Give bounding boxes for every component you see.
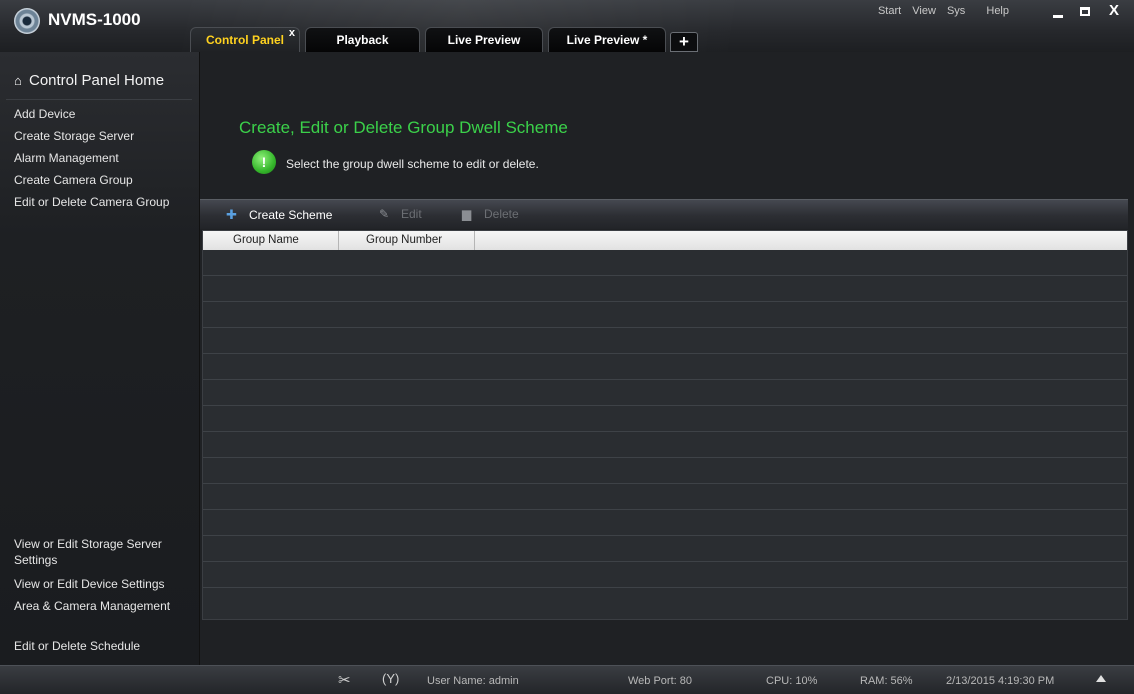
tab-control-panel[interactable]: Control Panel x bbox=[190, 27, 300, 52]
main-panel: Create, Edit or Delete Group Dwell Schem… bbox=[200, 52, 1134, 665]
column-header-group-number[interactable]: Group Number bbox=[339, 231, 475, 250]
create-scheme-button[interactable]: ✚ Create Scheme bbox=[226, 207, 332, 223]
tab-label: Live Preview bbox=[447, 33, 521, 47]
expand-up-icon[interactable] bbox=[1096, 675, 1106, 682]
status-cpu: CPU: 10% bbox=[766, 675, 818, 687]
table-row[interactable] bbox=[203, 379, 1127, 380]
group-dwell-table: Group Name Group Number bbox=[202, 230, 1128, 620]
signal-icon[interactable]: (Y) bbox=[382, 671, 399, 686]
home-icon: ⌂ bbox=[14, 73, 22, 88]
create-scheme-label: Create Scheme bbox=[249, 208, 333, 222]
table-row[interactable] bbox=[203, 275, 1127, 276]
table-row[interactable] bbox=[203, 561, 1127, 562]
table-row[interactable] bbox=[203, 587, 1127, 588]
tab-playback[interactable]: Playback bbox=[305, 27, 420, 52]
camera-lens-icon bbox=[14, 8, 40, 34]
sidebar-item-create-camera-group[interactable]: Create Camera Group bbox=[14, 172, 192, 188]
tab-live-preview[interactable]: Live Preview bbox=[425, 27, 543, 52]
app-title: NVMS-1000 bbox=[48, 10, 141, 29]
close-window-button[interactable]: X bbox=[1102, 3, 1126, 21]
sidebar-item-area-camera-management[interactable]: Area & Camera Management bbox=[14, 598, 192, 614]
tab-live-preview-modified[interactable]: Live Preview * bbox=[548, 27, 666, 52]
scheme-toolbar: ✚ Create Scheme ✎ Edit ▆ Delete bbox=[200, 199, 1128, 229]
tab-label: Live Preview * bbox=[566, 33, 648, 47]
trash-icon: ▆ bbox=[462, 207, 472, 221]
status-bar: ✂ (Y) User Name: admin Web Port: 80 CPU:… bbox=[0, 665, 1134, 694]
column-header-group-name[interactable]: Group Name bbox=[203, 231, 339, 250]
delete-label: Delete bbox=[484, 207, 519, 221]
page-title: Create, Edit or Delete Group Dwell Schem… bbox=[239, 118, 568, 137]
table-row[interactable] bbox=[203, 301, 1127, 302]
sidebar-item-create-storage-server[interactable]: Create Storage Server bbox=[14, 128, 192, 144]
create-scheme-icon: ✚ bbox=[226, 207, 237, 222]
sidebar: ⌂ Control Panel Home Add Device Create St… bbox=[0, 52, 200, 665]
sidebar-item-storage-server-settings[interactable]: View or Edit Storage Server Settings bbox=[14, 536, 194, 568]
table-row[interactable] bbox=[203, 483, 1127, 484]
tools-icon[interactable]: ✂ bbox=[338, 671, 351, 689]
sidebar-item-alarm-management[interactable]: Alarm Management bbox=[14, 150, 192, 166]
menu-start[interactable]: Start bbox=[878, 5, 901, 17]
table-row[interactable] bbox=[203, 353, 1127, 354]
pencil-icon: ✎ bbox=[379, 207, 390, 221]
sidebar-item-device-settings[interactable]: View or Edit Device Settings bbox=[14, 576, 192, 592]
table-row[interactable] bbox=[203, 327, 1127, 328]
sidebar-divider bbox=[6, 99, 192, 100]
sidebar-item-edit-delete-camera-group[interactable]: Edit or Delete Camera Group bbox=[14, 194, 192, 210]
table-header: Group Name Group Number bbox=[203, 231, 1127, 250]
close-icon[interactable]: x bbox=[289, 26, 295, 40]
status-web-port: Web Port: 80 bbox=[628, 675, 692, 687]
table-row[interactable] bbox=[203, 457, 1127, 458]
edit-button[interactable]: ✎ Edit bbox=[379, 207, 422, 221]
table-row[interactable] bbox=[203, 509, 1127, 510]
minimize-button[interactable] bbox=[1046, 3, 1070, 21]
title-bar: NVMS-1000 Control Panel x Playback Live … bbox=[0, 0, 1134, 52]
status-datetime: 2/13/2015 4:19:30 PM bbox=[946, 675, 1055, 687]
instruction-text: Select the group dwell scheme to edit or… bbox=[286, 157, 539, 171]
control-panel-home-link[interactable]: ⌂ Control Panel Home bbox=[14, 72, 164, 89]
edit-label: Edit bbox=[401, 207, 422, 221]
menu-view[interactable]: View bbox=[912, 5, 936, 17]
status-ram: RAM: 56% bbox=[860, 675, 913, 687]
sidebar-item-add-device[interactable]: Add Device bbox=[14, 106, 192, 122]
tab-label: Playback bbox=[336, 33, 389, 47]
info-bubble-icon: ! bbox=[252, 150, 276, 174]
table-row[interactable] bbox=[203, 431, 1127, 432]
sidebar-item-edit-delete-schedule[interactable]: Edit or Delete Schedule bbox=[14, 638, 192, 654]
minimize-icon bbox=[1053, 15, 1063, 18]
maximize-icon bbox=[1080, 7, 1090, 16]
home-label: Control Panel Home bbox=[29, 72, 165, 89]
menu-sys[interactable]: Sys bbox=[947, 5, 965, 17]
menu-help[interactable]: Help bbox=[986, 5, 1009, 17]
table-row[interactable] bbox=[203, 535, 1127, 536]
maximize-button[interactable] bbox=[1073, 3, 1097, 21]
add-tab-button[interactable]: + bbox=[670, 32, 698, 52]
delete-button[interactable]: ▆ Delete bbox=[462, 207, 519, 221]
tab-label: Control Panel bbox=[205, 33, 284, 47]
table-row[interactable] bbox=[203, 405, 1127, 406]
top-menu: Start View Sys Help bbox=[870, 5, 1009, 17]
status-user: User Name: admin bbox=[427, 675, 519, 687]
